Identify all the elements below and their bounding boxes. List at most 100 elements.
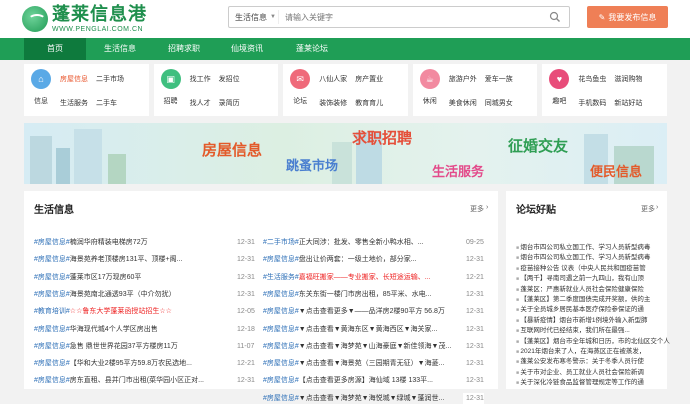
life-info-row[interactable]: #房屋信息#盘出让价两套：一级土地价，部分家... 12-31 [263, 254, 493, 266]
forum-post-link[interactable]: ■ 关于市对企业、员工就业人员社会保险新调 [516, 368, 681, 377]
row-title[interactable]: 东关东街一楼门市房出租，85平米、水电... [299, 291, 432, 298]
category-link[interactable]: 装饰装修 [319, 98, 347, 111]
forum-post-link[interactable]: ■ 疫苗接种公告 议表（中央人民共和国疫苗管 [516, 264, 681, 273]
row-title[interactable]: 【点击查看更多房源】海仙域 13楼 133平... [299, 377, 433, 384]
category-link[interactable]: 二手市场 [96, 74, 124, 87]
row-title[interactable]: ▼点击查看▼海梦苑▼海悦城▼绿城▼蓬润世... [299, 395, 444, 402]
chat-icon[interactable]: ✉ [290, 69, 311, 89]
forum-post-title[interactable]: 【暴新疫情】烟台市新增1例境外输入新型肺 [520, 317, 647, 324]
row-category-tag[interactable]: #房屋信息# [263, 291, 299, 298]
heart-icon[interactable]: ♥ [549, 69, 570, 89]
post-info-button[interactable]: ✎ 我要发布信息 [587, 6, 668, 28]
forum-post-title[interactable]: 烟台市四公司私立国工作、学习人员新型病毒 [520, 254, 650, 261]
row-category-tag[interactable]: #房屋信息# [34, 256, 70, 263]
forum-post-link[interactable]: ■ 蓬莱区：严惠新就业人员社会保险健康保险 [516, 285, 681, 294]
life-info-row[interactable]: #房屋信息#华海现代城4个人学区房出售 12-18 [34, 323, 256, 335]
row-category-tag[interactable]: #教育培训# [34, 308, 70, 315]
forum-post-title[interactable]: 【两千】寻南司遇之前一九四山，我有山顶 [520, 275, 644, 282]
category-link[interactable]: 美食休闲 [449, 98, 477, 111]
life-info-row[interactable]: #房屋信息#▼点击查看▼海景苑（三园期青无征）▼海菱... 12-31 [263, 358, 493, 370]
house-icon[interactable]: ⌂ [31, 69, 51, 89]
forum-post-title[interactable]: 蓬莱区：严惠新就业人员社会保险健康保险 [520, 286, 644, 293]
category-link[interactable]: 房屋信息 [60, 74, 88, 87]
life-info-row[interactable]: #房屋信息#▼点击查看更多▼——品洋房2楼90平方 56.8万 12-31 [263, 306, 493, 318]
row-title[interactable]: 急售 鼎世世界花园37平方楼房11万 [70, 343, 178, 350]
forum-post-link[interactable]: ■ 烟台市四公司私立国工作、学习人员新型病毒 [516, 243, 681, 252]
row-title[interactable]: ▼点击查看▼黄海东区▼黄海西区▼海关家... [299, 326, 438, 333]
row-category-tag[interactable]: #房屋信息# [34, 326, 70, 333]
forum-post-link[interactable]: ■ 【两千】寻南司遇之前一九四山，我有山顶 [516, 274, 681, 283]
life-info-row[interactable]: #二手市场#正大同涉：批发、零售全新小鸭水相、... 09-25 [263, 237, 493, 248]
forum-post-title[interactable]: 【蓬莱区】第二季度国债完成开奖额，供的主 [520, 296, 650, 303]
search-input[interactable] [285, 12, 535, 22]
category-link[interactable]: 找工作 [190, 74, 211, 87]
row-title[interactable]: 盘出让价两套：一级土地价，部分家... [299, 256, 417, 263]
row-category-tag[interactable]: #房屋信息# [263, 395, 299, 402]
category-link[interactable]: 八仙人家 [319, 74, 347, 87]
life-info-row[interactable]: #房屋信息#楠润华府精装电梯房72万 12-31 [34, 237, 256, 248]
forum-post-link[interactable]: ■ 【暴新疫情】烟台市新增1例境外输入新型肺 [516, 316, 681, 325]
row-title[interactable]: 华海现代城4个人学区房出售 [70, 326, 158, 333]
row-category-tag[interactable]: #房屋信息# [263, 360, 299, 367]
row-category-tag[interactable]: #房屋信息# [263, 343, 299, 350]
forum-post-link[interactable]: ■ 【蓬莱区】烟台市全年城和日历，市的北仙区交个人 [516, 337, 681, 346]
category-link[interactable]: 生活服务 [60, 98, 88, 111]
nav-news[interactable]: 仙境资讯 [216, 38, 278, 60]
row-title[interactable]: 楠润华府精装电梯房72万 [70, 239, 148, 246]
forum-post-link[interactable]: ■ 互联网时代已经结束，我们所在最强... [516, 326, 681, 335]
life-info-row[interactable]: #房屋信息#海景苑养老顶楼房131平、顶楼+阁... 12-31 [34, 254, 256, 266]
forum-post-title[interactable]: 2021年烟台来了人，在海蒸区正在被蒸发， [520, 348, 645, 355]
row-title[interactable]: 正大同涉：批发、零售全新小鸭水相、... [299, 239, 424, 246]
category-link[interactable]: 爱车一族 [485, 74, 513, 87]
category-link[interactable]: 房产置业 [355, 74, 383, 87]
row-category-tag[interactable]: #房屋信息# [34, 377, 70, 384]
category-link[interactable]: 滋润购物 [614, 74, 642, 87]
life-info-row[interactable]: #房屋信息#▼点击查看▼黄海东区▼黄海西区▼海关家... 12-31 [263, 323, 493, 335]
row-category-tag[interactable]: #房屋信息# [34, 239, 70, 246]
category-link[interactable]: 旅游户外 [449, 74, 477, 87]
row-title[interactable]: 海景苑养老顶楼房131平、顶楼+阁... [70, 256, 183, 263]
life-info-row[interactable]: #生活服务#嘉福旺搬家——专业搬家、长短途运输、... 12-21 [263, 271, 493, 283]
row-title[interactable]: ☆☆鲁东大学蓬莱函授站招生☆☆ [70, 308, 172, 315]
forum-post-title[interactable]: 关于全员城乡居民基本医疗保险参保证的通 [520, 306, 644, 313]
life-info-row[interactable]: #房屋信息#急售 鼎世世界花园37平方楼房11万 11-07 [34, 340, 256, 352]
life-info-row[interactable]: #房屋信息#海景苑南北通透93平（中介勿扰） 12-31 [34, 288, 256, 300]
forum-post-title[interactable]: 互联网时代已经结束，我们所在最强... [520, 327, 629, 334]
forum-post-title[interactable]: 烟台市四公司私立国工作、学习人员新型病毒 [520, 244, 650, 251]
row-category-tag[interactable]: #房屋信息# [263, 377, 299, 384]
row-category-tag[interactable]: #房屋信息# [34, 274, 70, 281]
nav-home[interactable]: 首页 [24, 38, 86, 60]
forum-post-link[interactable]: ■ 烟台市四公司私立国工作、学习人员新型病毒 [516, 253, 681, 262]
category-link[interactable]: 录简历 [219, 98, 240, 111]
life-info-more-link[interactable]: 更多 [470, 204, 484, 214]
forum-post-title[interactable]: 疫苗接种公告 议表（中央人民共和国疫苗管 [520, 265, 645, 272]
forum-post-link[interactable]: ■ 【蓬莱区】第二季度国债完成开奖额，供的主 [516, 295, 681, 304]
life-info-row[interactable]: #房屋信息#【点击查看更多房源】海仙域 13楼 133平... 12-31 [263, 375, 493, 387]
forum-post-link[interactable]: ■ 2021年烟台来了人，在海蒸区正在被蒸发， [516, 347, 681, 356]
forum-post-title[interactable]: 【蓬莱区】烟台市全年城和日历，市的北仙区交个人 [520, 338, 670, 345]
row-title[interactable]: 房东直租、县并门市出租(菜华园小区正对... [70, 377, 204, 384]
forum-post-link[interactable]: ■ 蓬莱公安发布寒冬警示：关于冬季人员行使 [516, 357, 681, 366]
row-category-tag[interactable]: #生活服务# [263, 274, 299, 281]
life-info-row[interactable]: #房屋信息#▼点击查看▼海梦苑▼海悦城▼绿城▼蓬润世... 12-31 [263, 392, 493, 404]
life-info-row[interactable]: #房屋信息#房东直租、县并门市出租(菜华园小区正对... 12-31 [34, 375, 256, 387]
category-link[interactable]: 发招位 [219, 74, 240, 87]
life-info-row[interactable]: #房屋信息#蓬莱市区17万现房60平 12-31 [34, 271, 256, 283]
row-title[interactable]: 嘉福旺搬家——专业搬家、长短途运输、... [299, 274, 431, 281]
nav-life-info[interactable]: 生活信息 [89, 38, 151, 60]
life-info-row[interactable]: #房屋信息#东关东街一楼门市房出租，85平米、水电... 12-31 [263, 288, 493, 300]
row-title[interactable]: ▼点击查看▼海梦苑▼山海豪庭▼新佳领海▼茂... [299, 343, 451, 350]
site-logo[interactable]: 蓬莱信息港 WWW.PENGLAI.COM.CN [22, 4, 147, 34]
row-category-tag[interactable]: #房屋信息# [34, 343, 70, 350]
category-link[interactable]: 找人才 [190, 98, 211, 111]
life-info-row[interactable]: #房屋信息#【华和大业2楼95平方59.8万农民选地... 12-21 [34, 358, 256, 370]
briefcase-icon[interactable]: ▣ [160, 69, 181, 89]
row-category-tag[interactable]: #房屋信息# [34, 360, 70, 367]
promo-banner[interactable]: 房屋信息 跳蚤市场 求职招聘 生活服务 征婚交友 便民信息 [24, 123, 667, 184]
category-link[interactable]: 二手车 [96, 98, 124, 111]
category-link[interactable]: 花鸟鱼虫 [578, 74, 606, 87]
row-title[interactable]: 海景苑南北通透93平（中介勿扰） [70, 291, 176, 298]
category-link[interactable]: 同城男女 [485, 98, 513, 111]
row-category-tag[interactable]: #房屋信息# [263, 326, 299, 333]
row-title[interactable]: ▼点击查看▼海景苑（三园期青无征）▼海菱... [299, 360, 445, 367]
